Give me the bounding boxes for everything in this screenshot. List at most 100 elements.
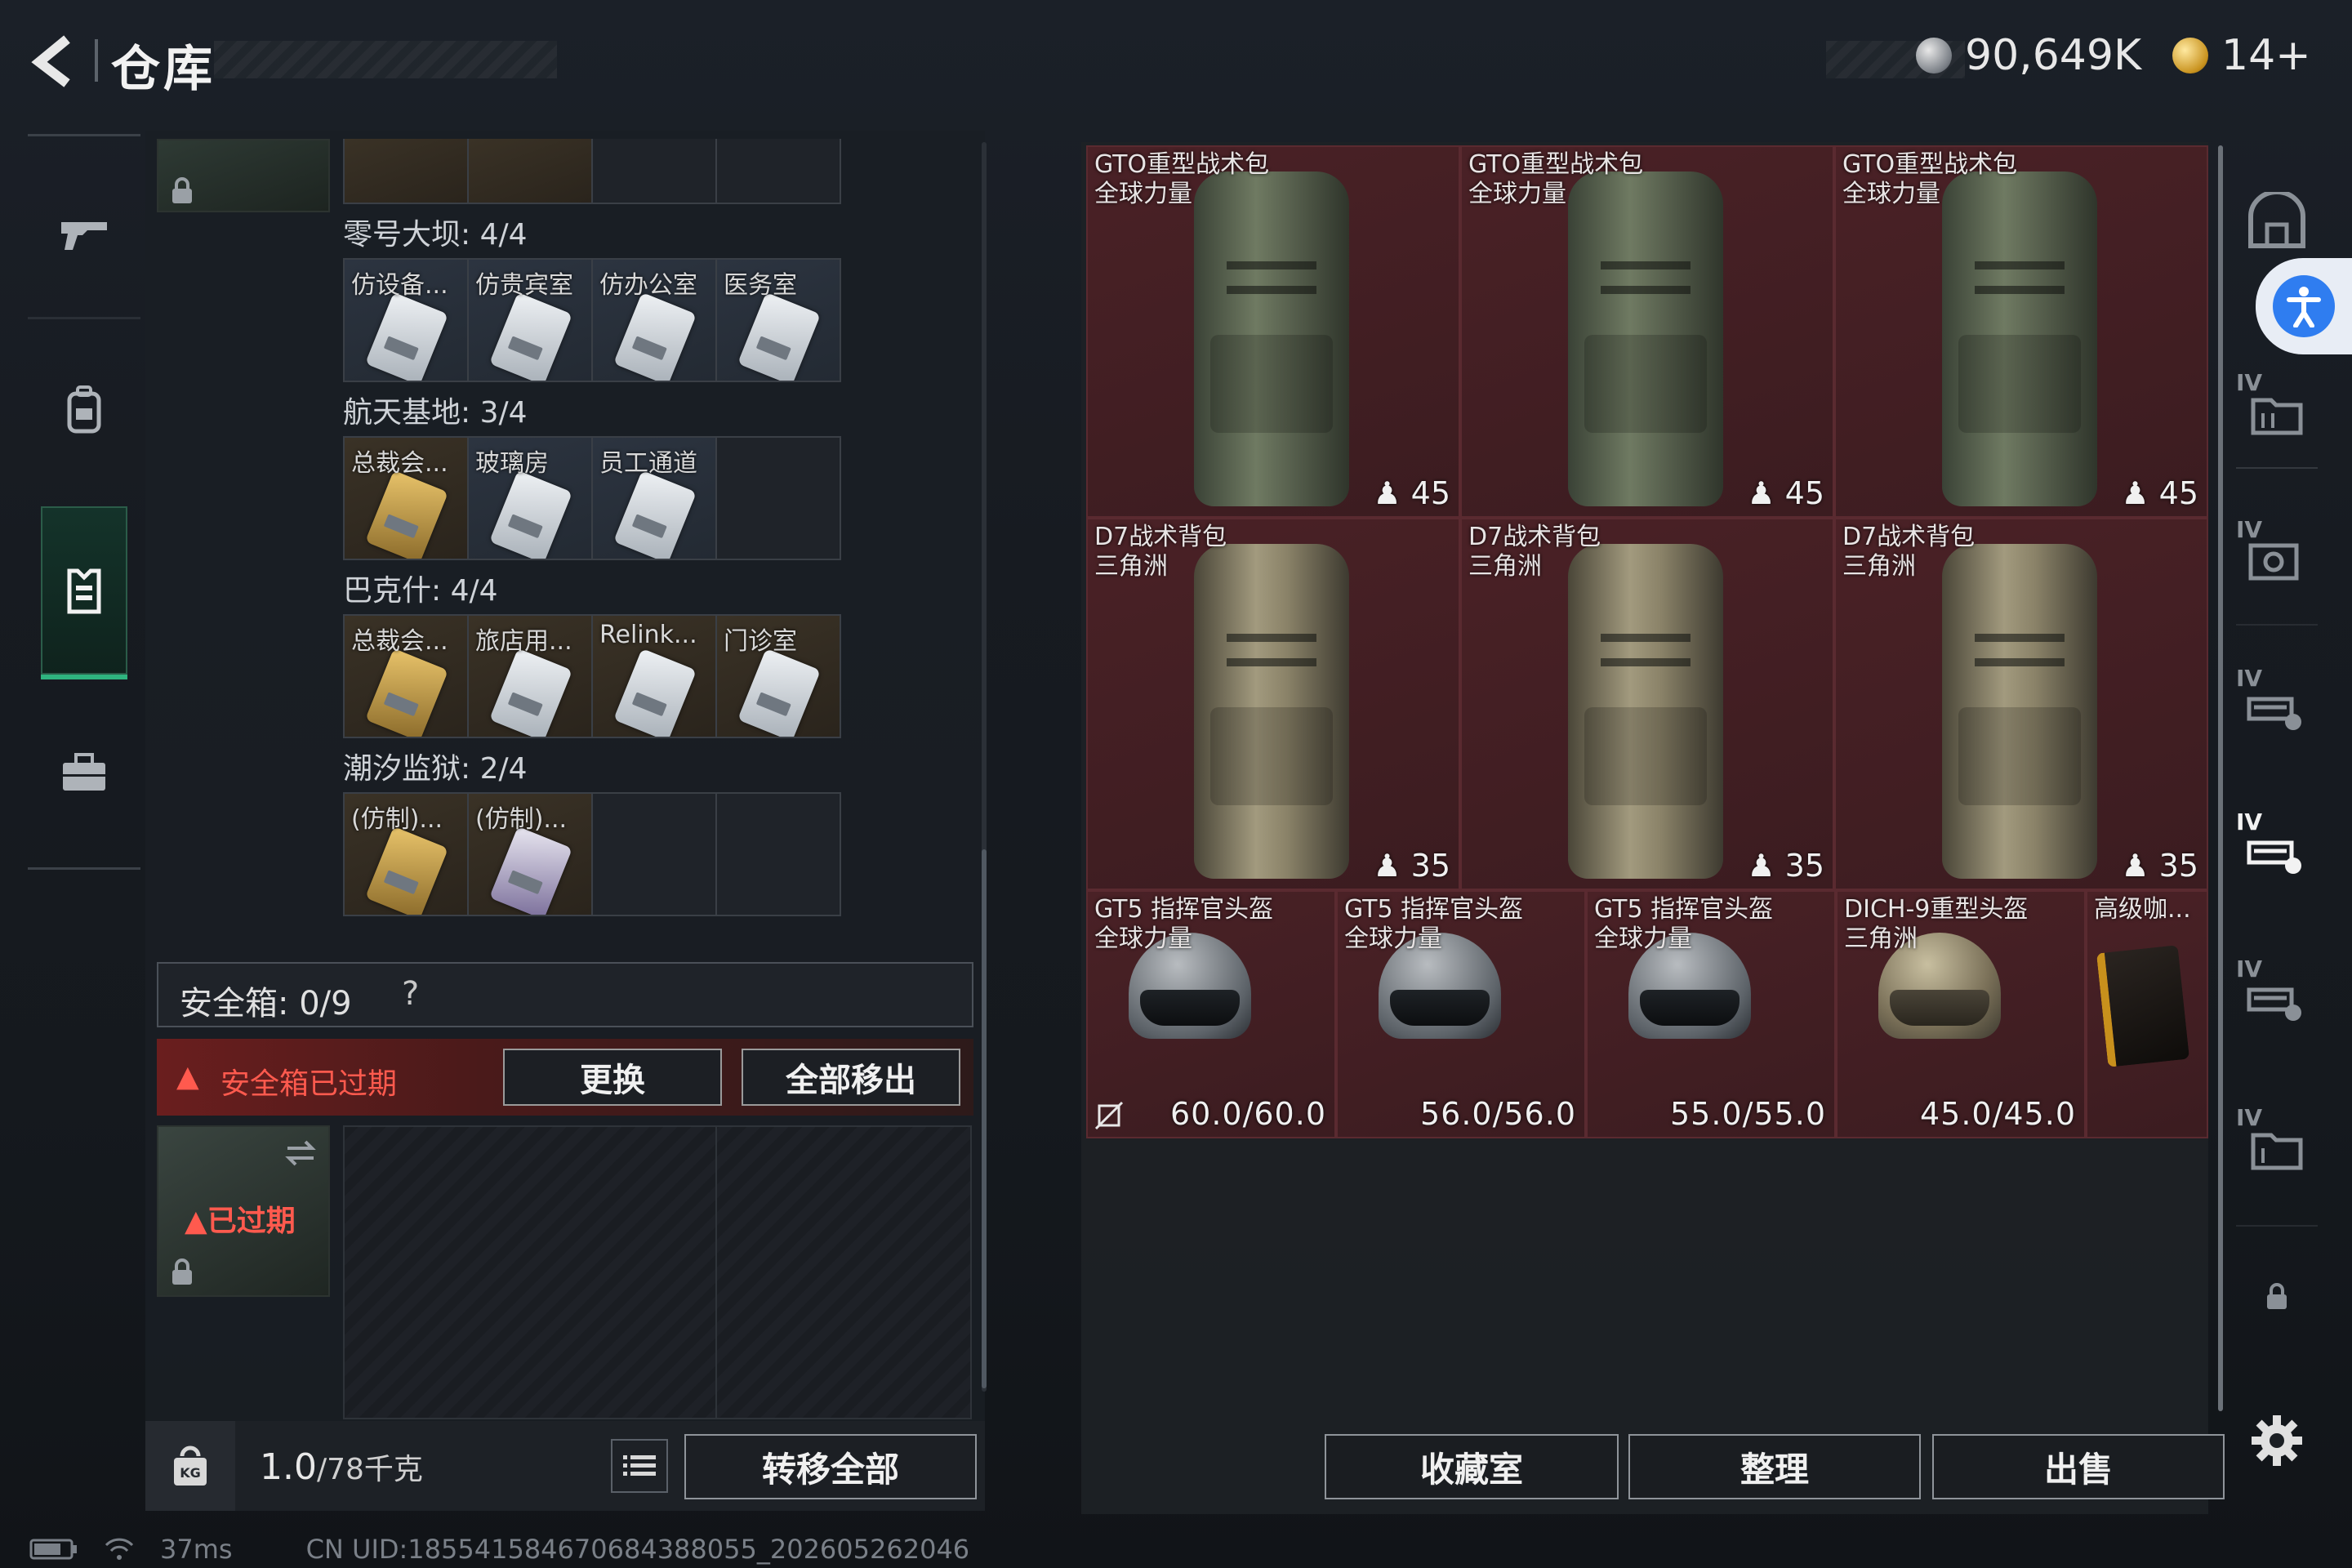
rnav-stash-4-active[interactable]: IV [2236, 804, 2318, 902]
key-slot[interactable]: 玻璃房 [469, 438, 593, 559]
container-icon [2251, 1133, 2303, 1170]
key-label: (仿制)... [351, 805, 443, 834]
key-slot-empty[interactable] [717, 794, 840, 915]
stash-item-coffee[interactable]: 高级咖... [2086, 890, 2208, 1138]
wifi-icon [105, 1538, 134, 1560]
key-label: 仿设备... [351, 271, 448, 300]
premium-coin-icon [2172, 38, 2208, 74]
no-insure-icon [1094, 1101, 1124, 1130]
section-label-space: 航天基地: 3/4 [343, 396, 528, 430]
durability: 56.0/56.0 [1419, 1096, 1576, 1132]
key-slot[interactable]: 仿贵宾室 [469, 260, 593, 381]
key-slot[interactable]: 总裁会... [345, 616, 469, 737]
organize-button[interactable]: 整理 [1628, 1434, 1921, 1499]
rnav-stash-3[interactable]: IV [2236, 660, 2318, 758]
sell-button[interactable]: 出售 [1932, 1434, 2225, 1499]
coins-amount: 90,649K [1965, 31, 2142, 80]
key-slot[interactable]: 仿设备... [345, 260, 469, 381]
transfer-all-button[interactable]: 转移全部 [684, 1434, 977, 1499]
key-slot[interactable] [593, 139, 717, 203]
replace-button[interactable]: 更换 [503, 1049, 722, 1106]
key-slot[interactable]: 员工通道 [593, 438, 717, 559]
help-icon[interactable]: ? [402, 975, 419, 1013]
durability: 55.0/55.0 [1669, 1096, 1826, 1132]
remove-all-button[interactable]: 全部移出 [742, 1049, 960, 1106]
key-slot-empty[interactable] [717, 438, 840, 559]
rnav-stash-6[interactable]: IV [2236, 1099, 2318, 1197]
stash-item-helmet[interactable]: GT5 指挥官头盔 全球力量 55.0/55.0 [1586, 890, 1836, 1138]
capacity: ♟ 35 [1747, 848, 1824, 884]
keycard-icon [489, 292, 572, 381]
currency-coins[interactable]: 90,649K [1916, 31, 2141, 80]
stash-scrollbar[interactable] [2218, 145, 2223, 1411]
title-separator [95, 39, 98, 82]
key-slot[interactable]: (仿制)... [469, 794, 593, 915]
safe-case-thumb[interactable]: ▲已过期 [157, 1125, 330, 1297]
rnav-stash-1[interactable]: IV [2236, 364, 2318, 462]
item-name: GTO重型战术包 全球力量 [1842, 150, 2018, 208]
truck-icon [2247, 840, 2301, 874]
key-slot[interactable]: Relink... [593, 616, 717, 737]
backpack-image [1194, 172, 1349, 506]
item-name: 高级咖... [2094, 895, 2191, 924]
rnav-stash-5[interactable]: IV [2236, 951, 2318, 1049]
key-slot[interactable]: (仿制)... [345, 794, 469, 915]
rnav-stash-2[interactable]: IV [2236, 511, 2318, 609]
truck-icon [2247, 697, 2301, 730]
nav-weapons[interactable] [28, 152, 140, 315]
list-view-button[interactable] [611, 1439, 668, 1493]
key-slot[interactable]: 仿办公室 [593, 260, 717, 381]
nav-divider [28, 867, 140, 870]
key-slot-empty[interactable] [593, 794, 717, 915]
key-slot[interactable]: 总裁会... [345, 438, 469, 559]
key-case-thumb[interactable] [157, 139, 330, 212]
backpack-image [1568, 544, 1723, 879]
coffee-bag-image [2096, 945, 2190, 1067]
key-slot[interactable]: 门诊室 [717, 616, 840, 737]
item-name: D7战术背包 三角洲 [1094, 523, 1227, 581]
gear-icon [2252, 1415, 2302, 1466]
stash-item-bag[interactable]: D7战术背包 三角洲 ♟ 35 [1460, 518, 1834, 890]
key-slot[interactable] [345, 139, 469, 203]
section-label-baksh: 巴克什: 4/4 [343, 574, 498, 608]
stash-item-helmet[interactable]: GT5 指挥官头盔 全球力量 56.0/56.0 [1336, 890, 1586, 1138]
stash-item-bag[interactable]: D7战术背包 三角洲 ♟ 35 [1834, 518, 2208, 890]
stash-item-helmet[interactable]: DICH-9重型头盔 三角洲 45.0/45.0 [1836, 890, 2086, 1138]
key-label: 员工通道 [599, 449, 697, 478]
weight-lock-button[interactable]: KG [145, 1421, 235, 1511]
accessibility-icon [2273, 275, 2335, 337]
stash-item-bag[interactable]: GTO重型战术包 全球力量 ♟ 45 [1086, 145, 1460, 518]
coin-icon [1916, 38, 1952, 74]
nav-backpack[interactable] [28, 328, 140, 492]
gear-box-icon [2248, 543, 2299, 581]
key-slot[interactable]: 医务室 [717, 260, 840, 381]
durability: 60.0/60.0 [1169, 1096, 1326, 1132]
key-slot[interactable] [469, 139, 593, 203]
capacity: ♟ 35 [2121, 848, 2198, 884]
currency-premium[interactable]: 14+ [2172, 31, 2311, 80]
rnav-locked[interactable] [2236, 1248, 2318, 1346]
pocket-scrollbar-thumb[interactable] [982, 849, 987, 1388]
battery-icon [29, 1539, 77, 1560]
accessibility-button[interactable] [2256, 258, 2352, 354]
stash-item-bag[interactable]: GTO重型战术包 全球力量 ♟ 45 [1460, 145, 1834, 518]
key-slot[interactable] [717, 139, 840, 203]
nav-storage[interactable] [41, 506, 127, 679]
safe-box-slots[interactable] [343, 1125, 972, 1419]
key-slot[interactable]: 旅店用... [469, 616, 593, 737]
item-name: GTO重型战术包 全球力量 [1468, 150, 1644, 208]
stash-item-bag[interactable]: D7战术背包 三角洲 ♟ 35 [1086, 518, 1460, 890]
nav-case[interactable] [28, 691, 140, 854]
stash-item-helmet[interactable]: GT5 指挥官头盔 全球力量 60.0/60.0 [1086, 890, 1336, 1138]
briefcase-icon [63, 753, 105, 791]
back-button[interactable] [24, 33, 82, 90]
capacity: ♟ 45 [1747, 475, 1824, 511]
key-row-baksh: 总裁会... 旅店用... Relink... 门诊室 [343, 614, 841, 738]
collection-room-button[interactable]: 收藏室 [1325, 1434, 1619, 1499]
expired-label: ▲已过期 [185, 1205, 296, 1238]
backpack-image [1568, 172, 1723, 506]
rnav-safehouse[interactable] [2236, 172, 2318, 270]
key-label: Relink... [599, 621, 697, 649]
stash-item-bag[interactable]: GTO重型战术包 全球力量 ♟ 45 [1834, 145, 2208, 518]
settings-button[interactable] [2236, 1392, 2318, 1490]
